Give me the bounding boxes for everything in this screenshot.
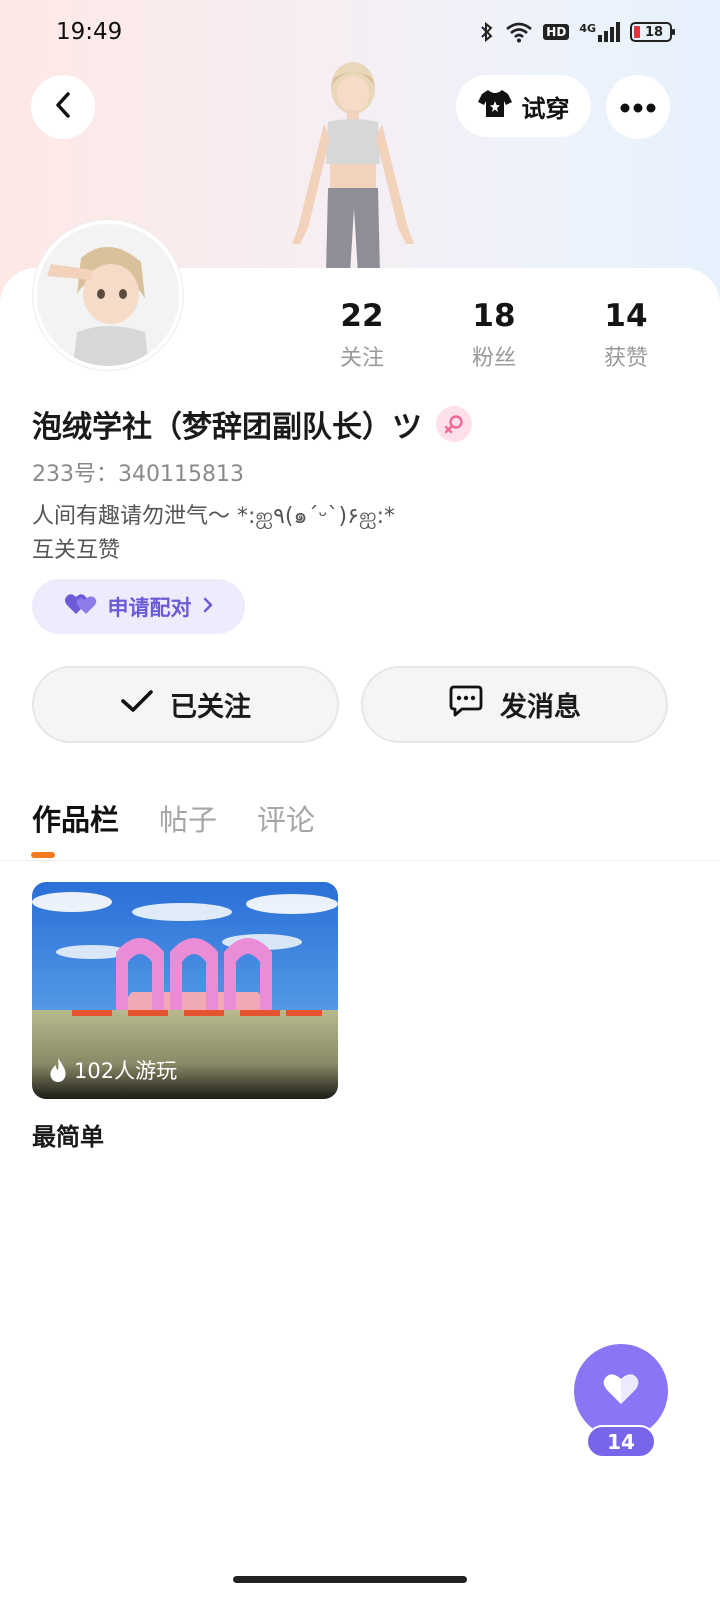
stat-value: 18 (472, 298, 516, 334)
divider (0, 860, 720, 861)
work-title[interactable]: 最简单 (32, 1117, 104, 1152)
chevron-left-icon (53, 91, 73, 123)
chevron-right-icon (202, 595, 214, 619)
avatar-3d-figure (268, 58, 438, 274)
user-id: 233号：340115813 (32, 462, 244, 487)
play-count-label: 102人游玩 (74, 1059, 178, 1083)
back-button[interactable] (31, 75, 95, 139)
followed-button[interactable]: 已关注 (32, 666, 339, 743)
apply-pair-label: 申请配对 (107, 595, 192, 620)
status-time: 19:49 (56, 19, 123, 45)
send-message-label: 发消息 (500, 692, 581, 723)
nickname: 泡绒学社（梦辞团副队长）ツ (32, 402, 472, 446)
female-gender-icon (436, 406, 472, 442)
content-tabs: 作品栏 帖子 评论 (32, 797, 315, 839)
apply-pair-button[interactable]: 申请配对 (32, 579, 245, 634)
stat-value: 14 (604, 298, 648, 334)
try-on-label: 试穿 (521, 94, 570, 123)
avatar[interactable] (33, 220, 183, 370)
stat-label: 关注 (339, 346, 384, 371)
chat-bubble-icon (448, 684, 484, 725)
tab-comments[interactable]: 评论 (257, 797, 315, 839)
signal-icon: 4G (579, 22, 620, 42)
tab-active-indicator (31, 852, 55, 858)
stat-following[interactable]: 22 关注 (317, 296, 407, 372)
play-count: 102人游玩 (48, 1055, 177, 1085)
bio-line: 人间有趣请勿泄气～ *:ஐ٩(๑´ᵕ`)۶ஐ:* (32, 504, 396, 529)
stat-followers[interactable]: 18 粉丝 (449, 296, 539, 372)
wifi-icon (505, 21, 533, 43)
stat-label: 获赞 (603, 346, 648, 371)
tshirt-icon (477, 88, 512, 124)
followed-label: 已关注 (170, 692, 251, 723)
battery-level: 18 (644, 24, 664, 40)
more-options-button[interactable] (606, 75, 670, 139)
stat-label: 粉丝 (471, 346, 516, 371)
battery-icon: 18 (630, 22, 675, 42)
flame-icon (48, 1057, 68, 1083)
bio: 人间有趣请勿泄气～ *:ஐ٩(๑´ᵕ`)۶ஐ:* 互关互赞 (32, 500, 395, 568)
status-bar: 19:49 HD 4G 18 (0, 0, 720, 64)
double-heart-icon (64, 592, 98, 621)
bluetooth-icon (479, 20, 495, 44)
ellipsis-icon (620, 98, 656, 117)
home-indicator[interactable] (233, 1576, 467, 1583)
heart-icon (602, 1372, 640, 1410)
like-count-badge: 14 (586, 1425, 656, 1458)
stat-value: 22 (340, 298, 384, 334)
like-button[interactable] (574, 1344, 668, 1438)
tab-posts[interactable]: 帖子 (159, 797, 217, 839)
work-card[interactable]: 102人游玩 (32, 882, 338, 1099)
send-message-button[interactable]: 发消息 (361, 666, 668, 743)
stat-likes[interactable]: 14 获赞 (581, 296, 671, 372)
hd-icon: HD (543, 24, 570, 40)
status-icons: HD 4G 18 (479, 20, 675, 44)
tab-works[interactable]: 作品栏 (32, 797, 119, 839)
nickname-text: 泡绒学社（梦辞团副队长）ツ (32, 410, 422, 445)
checkmark-icon (120, 688, 154, 721)
bio-line: 互关互赞 (32, 538, 121, 563)
network-type-label: 4G (579, 22, 596, 35)
try-on-button[interactable]: 试穿 (456, 75, 591, 137)
